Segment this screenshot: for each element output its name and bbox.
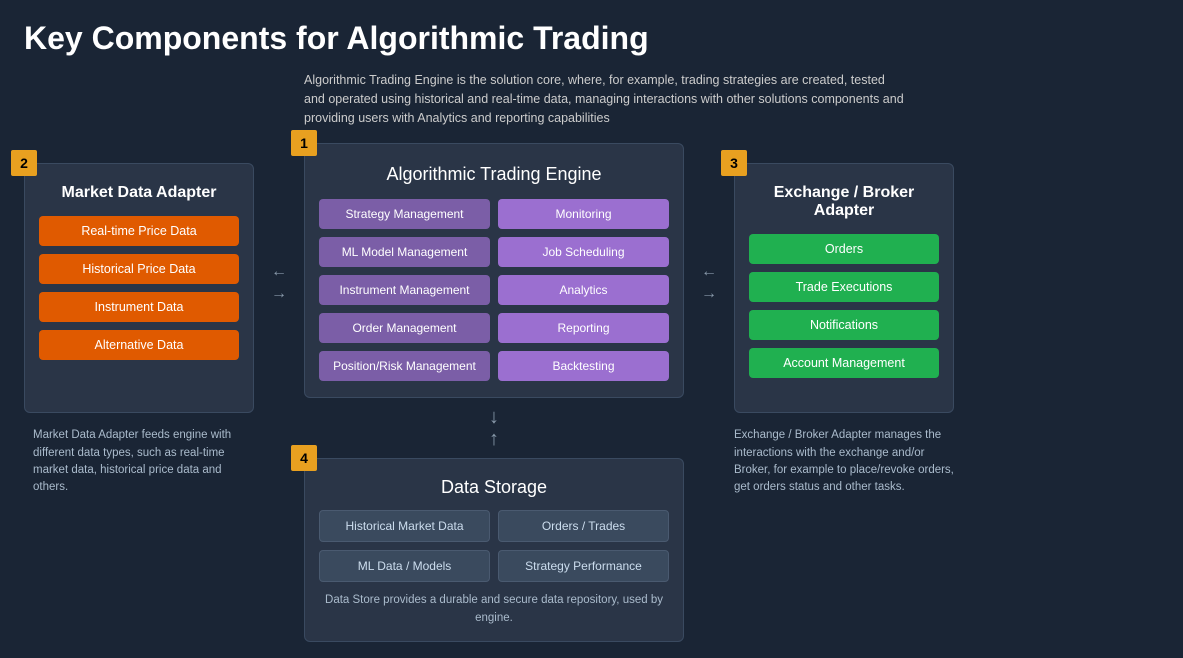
instrument-mgmt-btn[interactable]: Instrument Management	[319, 275, 490, 305]
instrument-data-btn[interactable]: Instrument Data	[39, 292, 239, 322]
strategy-perf-btn[interactable]: Strategy Performance	[498, 550, 669, 582]
alternative-data-btn[interactable]: Alternative Data	[39, 330, 239, 360]
strategy-management-btn[interactable]: Strategy Management	[319, 199, 490, 229]
job-scheduling-btn[interactable]: Job Scheduling	[498, 237, 669, 267]
page-description: Algorithmic Trading Engine is the soluti…	[304, 71, 904, 127]
engine-title: Algorithmic Trading Engine	[319, 164, 669, 185]
historical-price-btn[interactable]: Historical Price Data	[39, 254, 239, 284]
storage-box: 4 Data Storage Historical Market Data Or…	[304, 458, 684, 642]
storage-number: 4	[291, 445, 317, 471]
account-management-btn[interactable]: Account Management	[749, 348, 939, 378]
market-data-number: 2	[11, 150, 37, 176]
arrow-right2-icon: →	[701, 285, 717, 303]
orders-trades-btn[interactable]: Orders / Trades	[498, 510, 669, 542]
orders-btn[interactable]: Orders	[749, 234, 939, 264]
market-data-description: Market Data Adapter feeds engine with di…	[29, 427, 249, 496]
exchange-description: Exchange / Broker Adapter manages the in…	[734, 427, 954, 496]
center-column: 1 Algorithmic Trading Engine Strategy Ma…	[304, 143, 684, 642]
page-title: Key Components for Algorithmic Trading	[24, 20, 1159, 57]
exchange-number: 3	[721, 150, 747, 176]
market-data-title: Market Data Adapter	[39, 184, 239, 202]
left-connector: ← →	[254, 143, 304, 303]
monitoring-btn[interactable]: Monitoring	[498, 199, 669, 229]
backtesting-btn[interactable]: Backtesting	[498, 351, 669, 381]
arrow-right-icon: →	[271, 285, 287, 303]
exchange-box: 3 Exchange / Broker Adapter Orders Trade…	[734, 163, 954, 413]
market-data-box: 2 Market Data Adapter Real-time Price Da…	[24, 163, 254, 413]
engine-grid: Strategy Management Monitoring ML Model …	[319, 199, 669, 381]
ml-data-btn[interactable]: ML Data / Models	[319, 550, 490, 582]
ml-model-btn[interactable]: ML Model Management	[319, 237, 490, 267]
storage-title: Data Storage	[319, 477, 669, 498]
engine-box: 1 Algorithmic Trading Engine Strategy Ma…	[304, 143, 684, 398]
arrow-left-icon: ←	[271, 263, 287, 281]
trade-executions-btn[interactable]: Trade Executions	[749, 272, 939, 302]
engine-number: 1	[291, 130, 317, 156]
exchange-title: Exchange / Broker Adapter	[749, 184, 939, 220]
vertical-connector: ↓ ↑	[489, 406, 499, 450]
real-time-price-btn[interactable]: Real-time Price Data	[39, 216, 239, 246]
arrow-left2-icon: ←	[701, 263, 717, 281]
analytics-btn[interactable]: Analytics	[498, 275, 669, 305]
order-mgmt-btn[interactable]: Order Management	[319, 313, 490, 343]
reporting-btn[interactable]: Reporting	[498, 313, 669, 343]
historical-market-btn[interactable]: Historical Market Data	[319, 510, 490, 542]
storage-grid: Historical Market Data Orders / Trades M…	[319, 510, 669, 582]
storage-description: Data Store provides a durable and secure…	[319, 592, 669, 627]
position-risk-btn[interactable]: Position/Risk Management	[319, 351, 490, 381]
arrow-up-icon: ↑	[489, 428, 499, 450]
notifications-btn[interactable]: Notifications	[749, 310, 939, 340]
diagram-layout: 2 Market Data Adapter Real-time Price Da…	[24, 143, 1159, 642]
arrow-down-icon: ↓	[489, 406, 499, 428]
